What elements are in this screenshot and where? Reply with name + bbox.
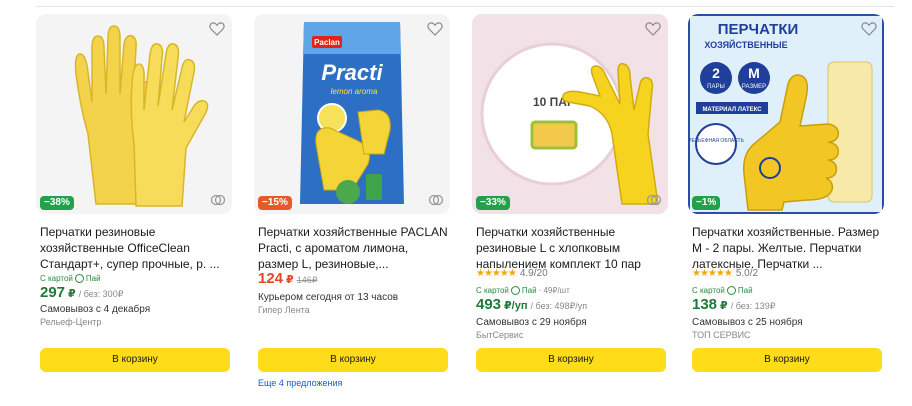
rating-value: 4.9 — [519, 267, 534, 279]
price-without-card: / без: 498₽/уп — [530, 301, 588, 311]
price-row: 297 ₽ / без: 300₽ — [40, 284, 123, 301]
card-price-text: С картой — [476, 286, 509, 295]
img-size-word: РАЗМЕР — [742, 84, 766, 90]
product-title[interactable]: Перчатки хозяйственные PACLAN Practi, с … — [258, 224, 450, 272]
price-currency: ₽ — [286, 274, 294, 286]
seller-name[interactable]: Рельеф-Центр — [40, 317, 101, 327]
price-value: 493 — [476, 296, 502, 313]
product-title[interactable]: Перчатки хозяйственные резиновые L с хло… — [476, 224, 668, 272]
pay-icon — [74, 274, 84, 283]
pay-name: Пай — [521, 286, 537, 295]
old-price: 146₽ — [296, 275, 318, 285]
img-title-2: ХОЗЯЙСТВЕННЫЕ — [704, 39, 787, 50]
product-card[interactable]: −38% Перчатки резиновые хозяйственные Of… — [36, 14, 232, 404]
delivery-info: Самовывоз с 4 декабря — [40, 304, 151, 315]
product-title[interactable]: Перчатки резиновые хозяйственные OfficeC… — [40, 224, 232, 272]
card-price-label: С картой Пай — [40, 274, 101, 283]
img-material: МАТЕРИАЛ ЛАТЕКС — [702, 107, 762, 113]
similar-icon[interactable] — [210, 192, 226, 208]
product-card[interactable]: Paclan Practi lemon aroma −15% Перчатки … — [254, 14, 450, 404]
heart-icon[interactable] — [208, 20, 226, 38]
rating-stars: ★★★★★ — [476, 267, 517, 279]
price-value: 297 — [40, 284, 66, 301]
unit-price: · 49₽/шт — [538, 286, 570, 295]
heart-icon[interactable] — [426, 20, 444, 38]
card-price-label: С картой Пай · 49₽/шт — [476, 286, 570, 295]
rating-value: 5.0 — [735, 267, 750, 279]
add-to-cart-button[interactable]: В корзину — [258, 348, 448, 372]
more-offers-link[interactable]: Еще 4 предложения — [258, 378, 342, 388]
price-row: 124 ₽ 146₽ — [258, 270, 317, 287]
img-title-1: ПЕРЧАТКИ — [718, 21, 799, 38]
discount-badge: −1% — [692, 196, 721, 210]
discount-badge: −38% — [40, 196, 74, 210]
product-image[interactable]: Paclan Practi lemon aroma −15% — [254, 14, 450, 214]
seller-name[interactable]: ТОП СЕРВИС — [692, 330, 751, 340]
img-pairs-num: 2 — [712, 65, 720, 81]
delivery-info: Самовывоз с 29 ноября — [476, 317, 587, 328]
pay-icon — [510, 286, 520, 295]
brand-text: Paclan — [314, 38, 340, 47]
price-row: 493 ₽/уп / без: 498₽/уп — [476, 296, 587, 313]
pay-name: Пай — [737, 286, 753, 295]
rating-stars: ★★★★★ — [692, 267, 733, 279]
add-to-cart-button[interactable]: В корзину — [40, 348, 230, 372]
discount-badge: −15% — [258, 196, 292, 210]
delivery-info: Курьером сегодня от 13 часов — [258, 292, 399, 303]
price-row: 138 ₽ / без: 139₽ — [692, 296, 775, 313]
img-pairs-word: ПАРЫ — [707, 84, 725, 90]
seller-name[interactable]: Гипер Лента — [258, 305, 310, 315]
delivery-info: Самовывоз с 25 ноября — [692, 317, 803, 328]
product-name-text: Practi — [321, 60, 383, 85]
product-image[interactable]: −38% — [36, 14, 232, 214]
reviews-count: /20 — [533, 267, 548, 279]
similar-icon[interactable] — [646, 192, 662, 208]
price-without-card: / без: 139₽ — [730, 301, 776, 311]
price-without-card: / без: 300₽ — [78, 289, 124, 299]
gloves-box-image: 10 ПАР — [472, 14, 668, 214]
heart-icon[interactable] — [860, 20, 878, 38]
price-currency: ₽ — [68, 288, 76, 300]
reviews-count: /2 — [749, 267, 759, 279]
product-title[interactable]: Перчатки хозяйственные. Размер M - 2 пар… — [692, 224, 884, 272]
heart-icon[interactable] — [644, 20, 662, 38]
top-divider — [36, 6, 894, 7]
paclan-package-image: Paclan Practi lemon aroma — [300, 22, 404, 204]
similar-icon[interactable] — [428, 192, 444, 208]
card-price-label: С картой Пай — [692, 286, 753, 295]
yellow-gloves-image — [74, 25, 209, 207]
price-value: 138 — [692, 296, 718, 313]
price-value: 124 — [258, 270, 284, 287]
aroma-text: lemon aroma — [331, 87, 378, 96]
card-price-text: С картой — [692, 286, 725, 295]
rating-row[interactable]: ★★★★★ 4.9/20 — [476, 266, 548, 280]
img-size-letter: M — [748, 65, 760, 81]
pay-icon — [726, 286, 736, 295]
price-currency: ₽/уп — [504, 300, 528, 312]
product-card[interactable]: ПЕРЧАТКИ ХОЗЯЙСТВЕННЫЕ 2 ПАРЫ M РАЗМЕР М… — [688, 14, 884, 404]
seller-name[interactable]: БытСервис — [476, 330, 523, 340]
add-to-cart-button[interactable]: В корзину — [476, 348, 666, 372]
img-ribbed: РЕЛЬЕФНАЯ ОБЛАСТЬ — [688, 138, 744, 144]
card-price-text: С картой — [40, 274, 73, 283]
rating-row[interactable]: ★★★★★ 5.0/2 — [692, 266, 758, 280]
add-to-cart-button[interactable]: В корзину — [692, 348, 882, 372]
product-image[interactable]: 10 ПАР −33% — [472, 14, 668, 214]
discount-badge: −33% — [476, 196, 510, 210]
product-image[interactable]: ПЕРЧАТКИ ХОЗЯЙСТВЕННЫЕ 2 ПАРЫ M РАЗМЕР М… — [688, 14, 884, 214]
pay-name: Пай — [85, 274, 101, 283]
thumbs-up-gloves-image: ПЕРЧАТКИ ХОЗЯЙСТВЕННЫЕ 2 ПАРЫ M РАЗМЕР М… — [688, 14, 884, 214]
price-currency: ₽ — [720, 300, 728, 312]
product-card[interactable]: 10 ПАР −33% Перчатки хозяйственные резин… — [472, 14, 668, 404]
